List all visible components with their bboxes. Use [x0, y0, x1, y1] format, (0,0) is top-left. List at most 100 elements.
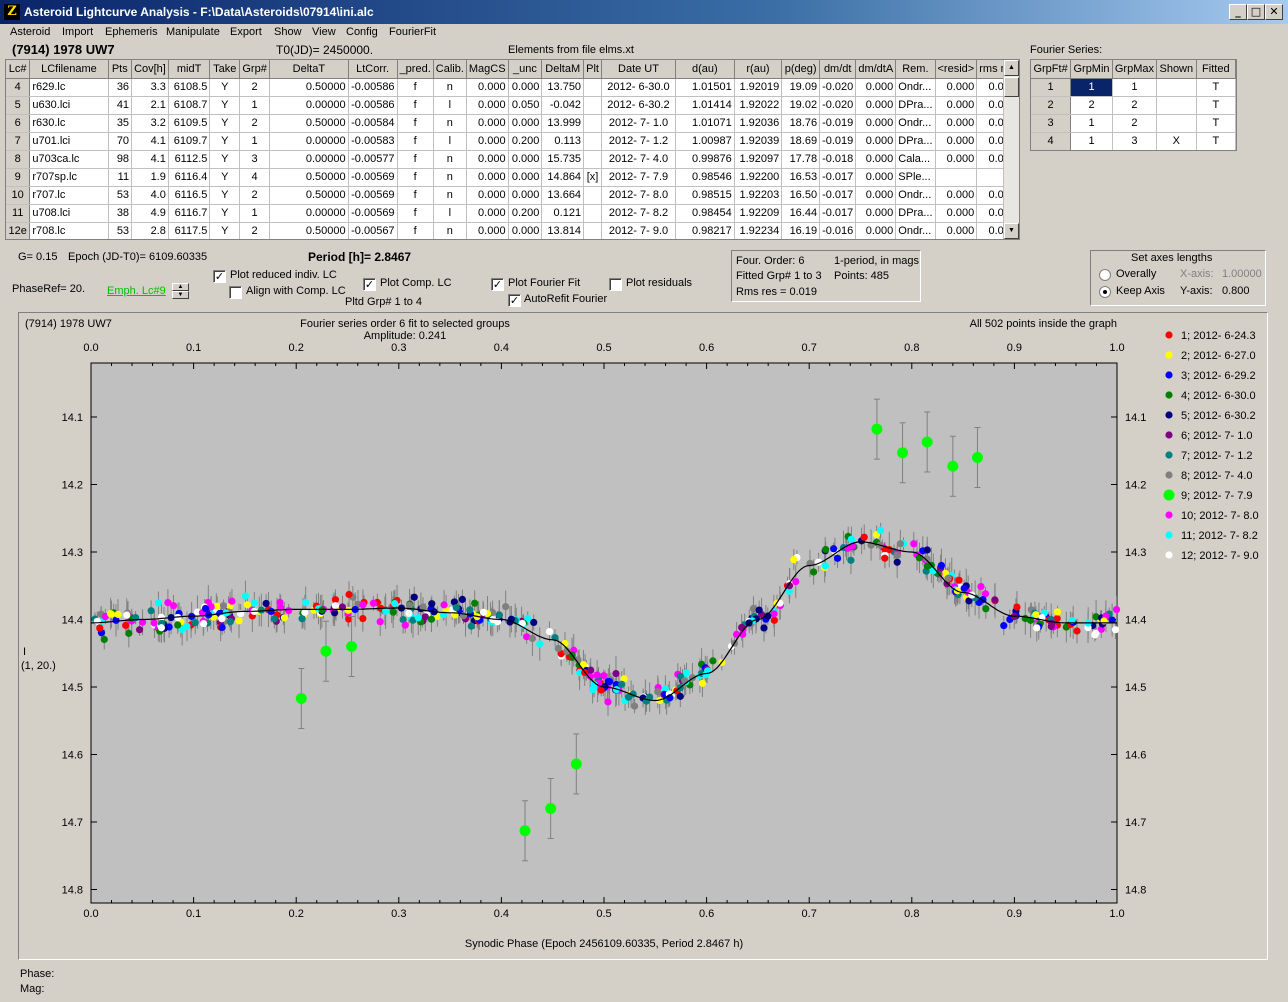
column-header[interactable]: r(au) — [734, 60, 783, 79]
table-cell[interactable]: 3.3 — [131, 78, 169, 97]
maximize-window-btn[interactable]: □ — [1247, 4, 1265, 20]
menu-export[interactable]: Export — [230, 26, 262, 38]
plot-comp-checkbox[interactable]: ✓ — [363, 278, 376, 291]
table-row[interactable]: 8 u703ca.lc 98 4.1 6112.5 Y 3 0.00000 -0.00577 f n… — [6, 150, 1019, 169]
column-header[interactable]: Shown — [1156, 60, 1197, 79]
table-cell[interactable]: 0.00000 — [269, 132, 349, 151]
table-cell[interactable]: -0.017 — [819, 204, 857, 223]
scroll-up-icon[interactable]: ▲ — [1004, 60, 1019, 76]
table-cell[interactable]: 1.01071 — [675, 114, 735, 133]
table-cell[interactable]: 0.000 — [466, 204, 509, 223]
table-cell[interactable]: 3 — [1031, 114, 1072, 133]
table-cell[interactable]: 6108.7 — [168, 96, 211, 115]
table-cell[interactable]: 0.000 — [935, 186, 978, 205]
table-cell[interactable]: T — [1196, 96, 1236, 115]
table-cell[interactable]: 0.000 — [508, 78, 543, 97]
table-cell[interactable]: 16.44 — [781, 204, 821, 223]
table-cell[interactable]: 6116.4 — [168, 168, 211, 187]
table-cell[interactable]: n — [433, 78, 467, 97]
table-cell[interactable]: Y — [209, 204, 241, 223]
table-cell[interactable]: f — [397, 78, 434, 97]
emph-lc-link[interactable]: Emph. Lc#9 — [107, 285, 166, 297]
table-cell[interactable]: -0.00584 — [348, 114, 398, 133]
table-cell[interactable]: 3 — [239, 150, 271, 169]
table-cell[interactable]: n — [433, 168, 467, 187]
fourier-row[interactable]: 222T — [1031, 96, 1236, 115]
column-header[interactable]: DeltaT — [269, 60, 349, 79]
table-row[interactable]: 7 u701.lci 70 4.1 6109.7 Y 1 0.00000 -0.00583 f l 0… — [6, 132, 1019, 151]
menu-fourierfit[interactable]: FourierFit — [389, 26, 436, 38]
table-cell[interactable]: 0.113 — [541, 132, 585, 151]
table-cell[interactable]: 2 — [1112, 96, 1158, 115]
table-cell[interactable]: 3 — [1112, 132, 1158, 150]
table-cell[interactable]: 0.00000 — [269, 150, 349, 169]
table-cell[interactable]: n — [433, 186, 467, 205]
column-header[interactable]: GrpMin — [1070, 60, 1113, 79]
table-cell[interactable]: 1 — [1070, 132, 1113, 150]
table-cell[interactable]: 1.92039 — [734, 132, 783, 151]
table-cell[interactable]: 2012- 7- 8.0 — [601, 186, 676, 205]
table-cell[interactable]: -0.00569 — [348, 204, 398, 223]
table-cell[interactable]: 2012- 7- 7.9 — [601, 168, 676, 187]
table-cell[interactable]: 0.000 — [466, 222, 509, 239]
table-cell[interactable]: 0.200 — [508, 132, 543, 151]
table-cell[interactable]: 13.814 — [541, 222, 585, 239]
column-header[interactable]: LtCorr. — [348, 60, 398, 79]
spin-down-icon[interactable]: ▼ — [172, 291, 189, 299]
table-cell[interactable]: f — [397, 150, 434, 169]
table-cell[interactable]: 0.000 — [855, 186, 897, 205]
table-cell[interactable]: 38 — [108, 204, 133, 223]
table-cell[interactable]: 2 — [239, 186, 271, 205]
table-scrollbar[interactable]: ▲ ▼ — [1003, 60, 1019, 239]
x-axis-value[interactable]: 1.00000 — [1222, 268, 1262, 280]
table-cell[interactable]: 0.98454 — [675, 204, 735, 223]
table-cell[interactable]: -0.00586 — [348, 96, 398, 115]
table-cell[interactable]: -0.018 — [819, 150, 857, 169]
lightcurve-table[interactable]: Lc# LCfilename Pts Cov[h] midT Take Grp# DeltaT… — [5, 59, 1020, 240]
table-cell[interactable]: 0.000 — [466, 132, 509, 151]
table-cell[interactable]: -0.042 — [541, 96, 585, 115]
table-cell[interactable]: 0.000 — [855, 96, 897, 115]
table-cell[interactable]: 0.50000 — [269, 114, 349, 133]
table-cell[interactable]: f — [397, 204, 434, 223]
table-cell[interactable]: DPra... — [895, 132, 936, 151]
column-header[interactable]: d(au) — [675, 60, 735, 79]
minimize-window-btn[interactable]: _ — [1229, 4, 1247, 20]
column-header[interactable]: Pts — [108, 60, 133, 79]
table-cell[interactable]: 7 — [6, 132, 31, 151]
table-cell[interactable]: Y — [209, 186, 241, 205]
table-cell[interactable]: 18.69 — [781, 132, 821, 151]
table-cell[interactable] — [583, 222, 603, 239]
table-cell[interactable]: -0.00577 — [348, 150, 398, 169]
column-header[interactable]: GrpFt# — [1031, 60, 1072, 79]
table-cell[interactable]: Y — [209, 114, 241, 133]
table-cell[interactable]: -0.020 — [819, 78, 857, 97]
column-header[interactable]: p(deg) — [781, 60, 821, 79]
table-cell[interactable]: f — [397, 96, 434, 115]
table-cell[interactable]: 0.000 — [466, 78, 509, 97]
table-cell[interactable]: 0.000 — [935, 132, 978, 151]
table-cell[interactable]: 17.78 — [781, 150, 821, 169]
table-cell[interactable]: -0.017 — [819, 186, 857, 205]
table-cell[interactable]: -0.00569 — [348, 186, 398, 205]
column-header[interactable]: GrpMax — [1112, 60, 1158, 79]
table-cell[interactable]: 1.92203 — [734, 186, 783, 205]
fourier-row[interactable]: 413XT — [1031, 132, 1236, 150]
table-cell[interactable]: 16.19 — [781, 222, 821, 239]
menu-config[interactable]: Config — [346, 26, 378, 38]
table-cell[interactable]: f — [397, 222, 434, 239]
plot-residuals-checkbox[interactable] — [609, 278, 622, 291]
table-cell[interactable]: 0.000 — [508, 150, 543, 169]
menu-asteroid[interactable]: Asteroid — [10, 26, 50, 38]
table-row[interactable]: 6 r630.lc 35 3.2 6109.5 Y 2 0.50000 -0.00584 f n 0.… — [6, 114, 1019, 133]
menu-manipulate[interactable]: Manipulate — [166, 26, 220, 38]
table-cell[interactable]: Ondr... — [895, 114, 936, 133]
table-cell[interactable] — [583, 114, 603, 133]
table-cell[interactable]: 1.92036 — [734, 114, 783, 133]
table-cell[interactable]: [x] — [583, 168, 603, 187]
table-cell[interactable]: Y — [209, 96, 241, 115]
table-cell[interactable]: Ondr... — [895, 186, 936, 205]
table-cell[interactable]: 16.50 — [781, 186, 821, 205]
column-header[interactable]: Plt — [583, 60, 603, 79]
table-cell[interactable]: 98 — [108, 150, 133, 169]
